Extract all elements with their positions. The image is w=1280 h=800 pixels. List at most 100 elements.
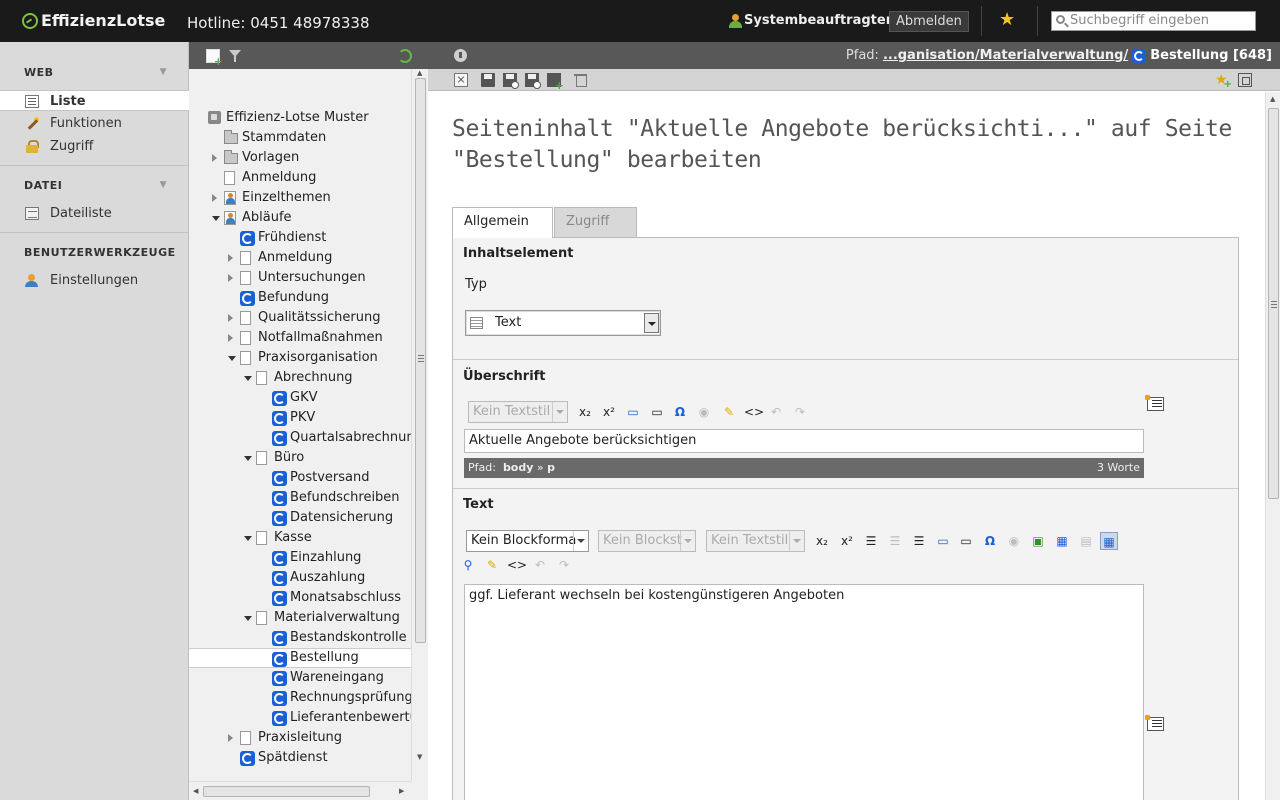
shortcut-icon[interactable] [240, 291, 255, 306]
clean-format-icon[interactable]: ✎ [483, 556, 501, 574]
superscript-icon[interactable]: x² [600, 403, 618, 421]
tree-node-label[interactable]: Untersuchungen [258, 268, 366, 288]
find-replace-icon[interactable]: ⚲ [459, 556, 477, 574]
tree-node[interactable]: Anmeldung [189, 168, 411, 188]
tree-node-label[interactable]: Datensicherung [290, 508, 393, 528]
shortcut-icon[interactable] [272, 551, 287, 566]
scrollbar-thumb[interactable] [1268, 108, 1279, 499]
scroll-up-arrow-icon[interactable]: ▲ [417, 70, 422, 77]
expand-arrow-icon[interactable] [228, 314, 233, 322]
current-user[interactable]: Systembeauftragter [729, 13, 892, 28]
scroll-right-arrow-icon[interactable]: ▶ [399, 787, 404, 795]
folder-icon[interactable] [224, 150, 238, 164]
tree-node[interactable]: GKV [189, 388, 411, 408]
shortcut-icon[interactable] [272, 511, 287, 526]
special-character-icon[interactable]: Ω [981, 532, 999, 550]
status-path-body[interactable]: body [503, 461, 533, 474]
shortcut-icon[interactable] [272, 591, 287, 606]
tree-node[interactable]: Praxisleitung [189, 728, 411, 748]
tree-node-label[interactable]: Abläufe [242, 208, 292, 228]
shortcut-icon[interactable] [272, 571, 287, 586]
search-input[interactable]: Suchbegriff eingeben [1051, 11, 1256, 31]
insert-comment-icon[interactable]: ▭ [957, 532, 975, 550]
close-document-icon[interactable] [454, 73, 468, 87]
tree-node-label[interactable]: Anmeldung [242, 168, 316, 188]
collapse-arrow-icon[interactable] [244, 376, 252, 381]
page-icon[interactable] [240, 731, 251, 745]
tree-node-label[interactable]: Kasse [274, 528, 312, 548]
tree-node-label[interactable]: Einzelthemen [242, 188, 331, 208]
logout-button[interactable]: Abmelden [889, 11, 969, 32]
tree-node-label[interactable]: PKV [290, 408, 315, 428]
heading-input[interactable]: Aktuelle Angebote berücksichtigen [464, 429, 1144, 453]
tree-node[interactable]: Anmeldung [189, 248, 411, 268]
module-group-datei[interactable]: DATEI ▼ [0, 179, 189, 192]
tree-node-label[interactable]: Bestellung [290, 649, 359, 667]
page-icon[interactable] [240, 311, 251, 325]
shortcut-icon[interactable] [240, 231, 255, 246]
save-and-new-icon[interactable] [547, 73, 564, 91]
tree-node-label[interactable]: Spätdienst [258, 748, 328, 768]
expand-arrow-icon[interactable] [228, 274, 233, 282]
tree-node[interactable]: Stammdaten [189, 128, 411, 148]
text-style-select[interactable]: Kein Textstil [468, 401, 568, 423]
expand-arrow-icon[interactable] [228, 734, 233, 742]
collapse-arrow-icon[interactable] [244, 456, 252, 461]
tree-node-label[interactable]: Materialverwaltung [274, 608, 400, 628]
delete-icon[interactable] [574, 73, 588, 87]
folder-icon[interactable] [224, 130, 238, 144]
tree-node[interactable]: Effizienz-Lotse Muster [189, 108, 411, 128]
module-item-dateiliste[interactable]: Dateiliste [0, 203, 189, 224]
scrollbar-thumb[interactable] [203, 786, 370, 797]
tree-node[interactable]: Befundung [189, 288, 411, 308]
shortcut-icon[interactable] [272, 652, 287, 667]
status-path-p[interactable]: p [547, 461, 555, 474]
tree-node-label[interactable]: Einzahlung [290, 548, 361, 568]
chevron-down-icon[interactable] [644, 313, 659, 333]
content-vertical-scrollbar[interactable]: ▲ [1265, 92, 1280, 800]
filter-icon[interactable] [228, 49, 242, 63]
tree-node-label[interactable]: Anmeldung [258, 248, 332, 268]
tree-node-label[interactable]: Auszahlung [290, 568, 365, 588]
tree-node[interactable]: Rechnungsprüfung [189, 688, 411, 708]
module-item-funktionen[interactable]: Funktionen [0, 113, 189, 134]
scroll-left-arrow-icon[interactable]: ◀ [193, 787, 198, 795]
insert-link-icon[interactable]: ▭ [934, 532, 952, 550]
tree-horizontal-scrollbar[interactable]: ◀ ▶ [189, 781, 411, 800]
tree-vertical-scrollbar[interactable]: ▲ ▼ [411, 69, 428, 781]
shortcut-icon[interactable] [272, 631, 287, 646]
app-logo[interactable]: EffizienzLotse [22, 11, 165, 30]
type-select[interactable]: Text [465, 310, 661, 336]
tree-node[interactable]: Frühdienst [189, 228, 411, 248]
expand-arrow-icon[interactable] [228, 254, 233, 262]
insert-link-icon[interactable]: ▭ [624, 403, 642, 421]
module-item-liste[interactable]: Liste [0, 90, 189, 111]
superscript-icon[interactable]: x² [838, 532, 856, 550]
html-source-icon[interactable]: <> [507, 556, 527, 574]
block-format-select[interactable]: Kein Blockforma [466, 530, 589, 552]
page-icon[interactable] [240, 251, 251, 265]
tree-node[interactable]: Notfallmaßnahmen [189, 328, 411, 348]
tree-node-label[interactable]: Frühdienst [258, 228, 326, 248]
page-icon[interactable] [256, 371, 267, 385]
shortcut-icon[interactable] [272, 471, 287, 486]
tree-node[interactable]: Monatsabschluss [189, 588, 411, 608]
page-icon[interactable] [240, 271, 251, 285]
tree-node[interactable]: Kasse [189, 528, 411, 548]
shortcut-icon[interactable] [272, 711, 287, 726]
bullet-list-icon[interactable]: ☰ [862, 532, 880, 550]
tab-zugriff[interactable]: Zugriff [554, 207, 637, 238]
tree-node[interactable]: Befundschreiben [189, 488, 411, 508]
indent-icon[interactable]: ☰ [910, 532, 928, 550]
tree-node[interactable]: Wareneingang [189, 668, 411, 688]
tree-node[interactable]: Spätdienst [189, 748, 411, 768]
tree-node-label[interactable]: Befundschreiben [290, 488, 400, 508]
table-toggle-icon[interactable]: ▦ [1100, 532, 1118, 550]
tab-allgemein[interactable]: Allgemein [452, 207, 553, 238]
page-icon[interactable] [224, 171, 235, 185]
tree-node[interactable]: Einzahlung [189, 548, 411, 568]
save-and-view-icon[interactable] [503, 73, 519, 89]
collapse-arrow-icon[interactable] [212, 216, 220, 221]
add-bookmark-icon[interactable]: ★ [1215, 73, 1232, 90]
module-group-web[interactable]: WEB ▼ [0, 66, 189, 79]
